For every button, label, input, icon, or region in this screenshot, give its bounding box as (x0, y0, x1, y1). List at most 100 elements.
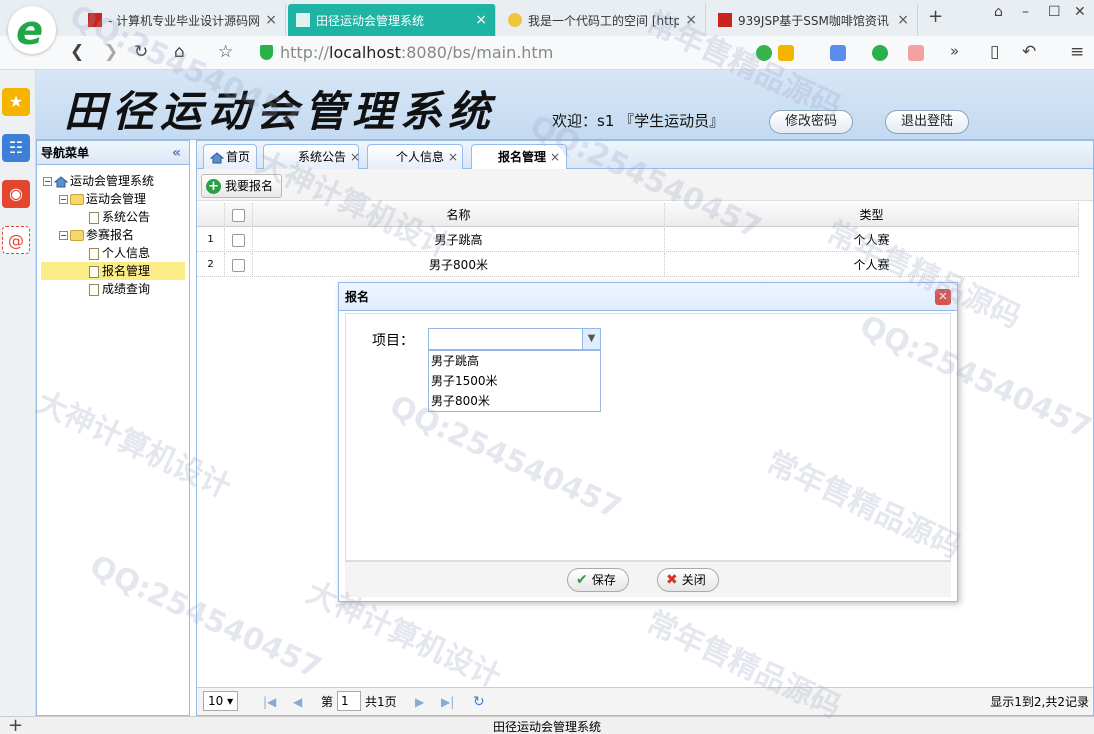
tab-profile[interactable]: 个人信息 × (367, 144, 463, 169)
tab-label: 个人信息 (396, 150, 445, 164)
maximize-icon[interactable]: ☐ (1048, 4, 1061, 20)
tab-close-icon[interactable]: × (265, 12, 277, 28)
reload-icon[interactable]: ↻ (134, 42, 148, 62)
nav-item-scores[interactable]: 成绩查询 (89, 280, 150, 298)
row-number: 1 (197, 228, 225, 252)
new-tab-button[interactable]: + (928, 6, 943, 27)
browser-tab-3[interactable]: 我是一个代码工的空间 [http × (500, 4, 706, 36)
phone-icon[interactable]: ▯ (990, 42, 999, 62)
grid-header: 名称 类型 (197, 203, 1079, 227)
home-icon[interactable]: ⌂ (174, 42, 185, 62)
tab-close-icon[interactable]: × (550, 150, 560, 164)
tab-close-icon[interactable]: × (685, 12, 697, 28)
change-password-button[interactable]: 修改密码 (769, 110, 853, 134)
project-option[interactable]: 男子1500米 (429, 371, 600, 391)
url-path: :8080/bs/main.htm (400, 43, 554, 62)
nav-item-label: 成绩查询 (102, 282, 151, 296)
column-header-type[interactable]: 类型 (665, 203, 1079, 227)
select-all-checkbox[interactable] (232, 209, 245, 222)
browser-logo-icon: e (16, 8, 44, 54)
nav-item-label: 个人信息 (102, 246, 151, 260)
first-page-icon[interactable]: |◀ (263, 693, 276, 711)
extension-icon[interactable] (756, 45, 772, 61)
browser-tab-2[interactable]: 田径运动会管理系统 × (288, 4, 496, 36)
tree-root-label: 运动会管理系统 (70, 174, 155, 188)
browser-tabstrip: - 计算机专业毕业设计源码网 × 田径运动会管理系统 × 我是一个代码工的空间 … (0, 0, 1094, 36)
select-all-cell (225, 203, 253, 227)
tab-registration[interactable]: 报名管理 × (471, 144, 567, 170)
nav-item-notice[interactable]: 系统公告 (89, 208, 150, 226)
project-option[interactable]: 男子800米 (429, 391, 600, 411)
skin-icon[interactable]: ⌂ (994, 4, 1003, 20)
tree-group-label: 参赛报名 (86, 228, 135, 242)
back-icon[interactable]: ❮ (70, 42, 84, 62)
favorites-star-icon[interactable]: ★ (2, 88, 30, 116)
last-page-icon[interactable]: ▶| (441, 693, 454, 711)
shield-extension-icon[interactable] (872, 45, 888, 61)
prev-page-icon[interactable]: ◀ (293, 693, 302, 711)
tab-close-icon[interactable]: × (448, 150, 458, 164)
undo-icon[interactable]: ↶ (1022, 42, 1036, 62)
grid-toolbar: + 我要报名 (197, 169, 1093, 201)
collapse-toggle-icon[interactable]: − (59, 231, 68, 240)
tab-close-icon[interactable]: × (350, 150, 360, 164)
project-dropdown-list: 男子跳高 男子1500米 男子800米 (428, 350, 601, 412)
calendar-icon[interactable]: ☷ (2, 134, 30, 162)
browser-tab-1[interactable]: - 计算机专业毕业设计源码网 × (80, 4, 286, 36)
tree-group-signup[interactable]: − 参赛报名 (59, 226, 134, 244)
tree-group-sports[interactable]: − 运动会管理 (59, 190, 146, 208)
collapse-icon[interactable]: « (172, 141, 181, 165)
dialog-header: 报名 ✕ (339, 283, 957, 311)
star-favicon (508, 13, 522, 27)
translate-icon[interactable] (908, 45, 924, 61)
bookmark-star-icon[interactable]: ☆ (218, 42, 233, 62)
cell-name: 男子跳高 (253, 228, 665, 252)
save-button[interactable]: ✔ 保存 (567, 568, 629, 592)
forward-icon[interactable]: ❯ (104, 42, 118, 62)
weibo-icon[interactable]: ◉ (2, 180, 30, 208)
project-select[interactable]: ▼ (428, 328, 601, 350)
browser-logo[interactable]: e (8, 6, 56, 54)
mail-icon[interactable]: @ (2, 226, 30, 254)
row-checkbox[interactable] (232, 259, 245, 272)
nav-item-profile[interactable]: 个人信息 (89, 244, 150, 262)
row-checkbox[interactable] (232, 234, 245, 247)
nav-title: 导航菜单 (41, 146, 90, 160)
lightning-icon[interactable] (778, 45, 794, 61)
tab-close-icon[interactable]: × (897, 12, 909, 28)
tab-notice[interactable]: 系统公告 × (263, 144, 360, 169)
tree-group-label: 运动会管理 (86, 192, 147, 206)
nav-header: 导航菜单 « (37, 141, 189, 165)
dialog-title: 报名 (345, 290, 370, 304)
add-registration-button[interactable]: + 我要报名 (201, 174, 283, 198)
nav-item-registration[interactable]: 报名管理 (41, 262, 185, 280)
tab-home[interactable]: 首页 (203, 144, 258, 169)
more-extensions-icon[interactable]: » (950, 42, 959, 60)
tree-root[interactable]: − 运动会管理系统 (43, 172, 154, 190)
apps-icon[interactable] (830, 45, 846, 61)
minimize-icon[interactable]: – (1022, 4, 1029, 20)
dialog-close-icon[interactable]: ✕ (935, 289, 951, 305)
page-size-value: 10 (208, 694, 224, 708)
next-page-icon[interactable]: ▶ (415, 693, 424, 711)
url-field[interactable]: http://localhost:8080/bs/main.htm (258, 41, 738, 65)
refresh-icon[interactable]: ↻ (473, 693, 485, 711)
column-header-name[interactable]: 名称 (253, 203, 665, 227)
menu-icon[interactable]: ≡ (1070, 42, 1084, 62)
window-close-icon[interactable]: ✕ (1074, 4, 1086, 20)
folder-icon (70, 194, 84, 205)
table-row[interactable]: 1 男子跳高 个人赛 (197, 228, 1079, 252)
tab-label: 939JSP基于SSM咖啡馆资讯 (738, 13, 889, 28)
tab-close-icon[interactable]: × (475, 12, 487, 28)
project-option[interactable]: 男子跳高 (429, 351, 600, 371)
browser-tab-4[interactable]: 939JSP基于SSM咖啡馆资讯 × (710, 4, 918, 36)
page-number-input[interactable]: 1 (337, 691, 361, 711)
page-size-select[interactable]: 10 ▾ (203, 691, 239, 711)
table-row[interactable]: 2 男子800米 个人赛 (197, 253, 1079, 277)
document-icon (89, 211, 99, 224)
collapse-toggle-icon[interactable]: − (59, 195, 68, 204)
close-button[interactable]: ✖ 关闭 (657, 568, 719, 592)
chevron-down-icon[interactable]: ▼ (582, 329, 600, 349)
collapse-toggle-icon[interactable]: − (43, 177, 52, 186)
logout-button[interactable]: 退出登陆 (885, 110, 969, 134)
